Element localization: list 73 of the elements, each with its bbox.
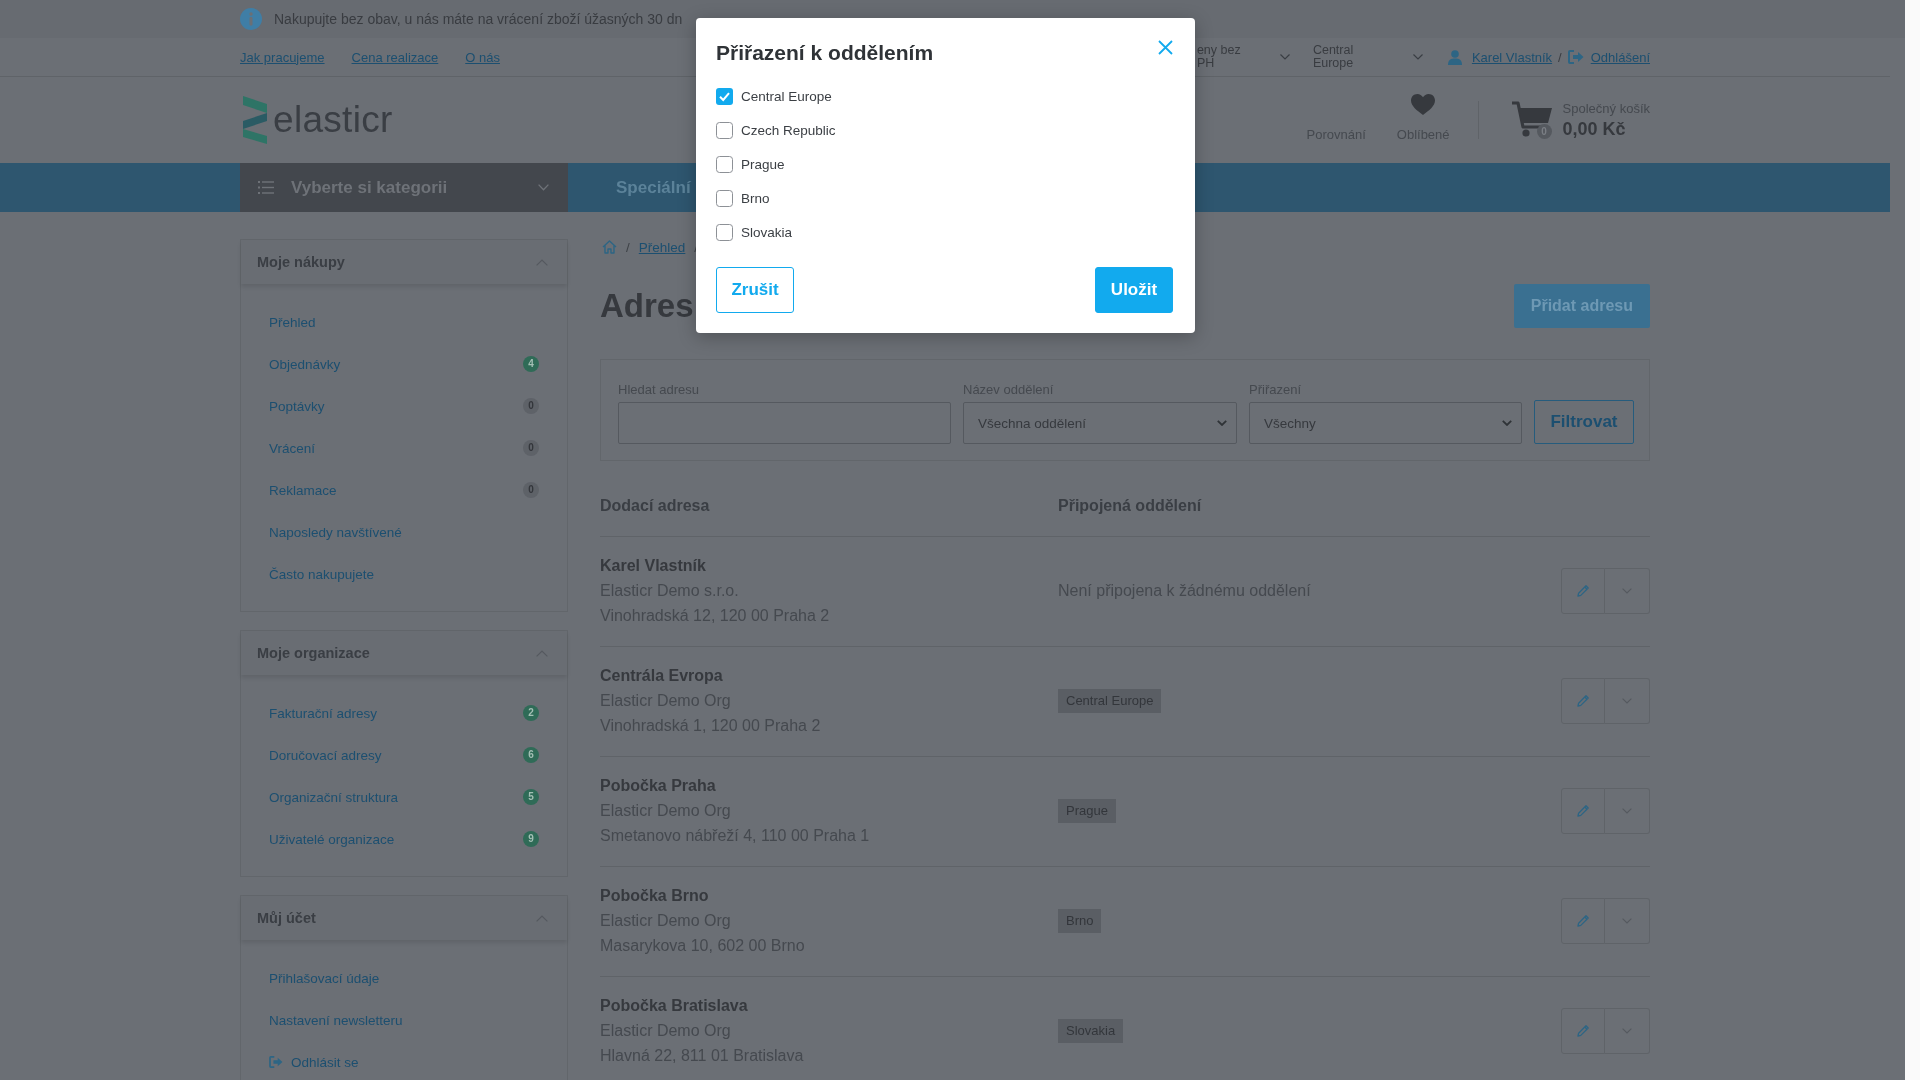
- sidebar-link[interactable]: Přehled: [269, 314, 316, 330]
- sidebar-link[interactable]: Objednávky: [269, 356, 341, 372]
- edit-button[interactable]: [1561, 897, 1605, 944]
- save-button[interactable]: Uložit: [1095, 267, 1173, 313]
- sidebar-link[interactable]: Přihlašovací údaje: [269, 970, 380, 986]
- chevron-down-icon: [1279, 54, 1290, 60]
- sidebar-link[interactable]: Vrácení: [269, 440, 316, 456]
- cancel-button[interactable]: Zrušit: [716, 267, 794, 313]
- edit-button[interactable]: [1561, 1007, 1605, 1054]
- user-icon: [1447, 49, 1462, 65]
- list-icon: [258, 181, 274, 194]
- filter-button[interactable]: Filtrovat: [1534, 400, 1634, 444]
- pencil-icon: [1576, 583, 1590, 598]
- pencil-icon: [1576, 693, 1590, 708]
- heart-icon: [1411, 94, 1436, 115]
- checkbox[interactable]: [716, 223, 733, 241]
- top-link[interactable]: Jak pracujeme: [240, 49, 325, 65]
- logout-icon[interactable]: [1567, 50, 1584, 64]
- pencil-icon: [1576, 803, 1590, 818]
- checkbox-label: Czech Republic: [741, 122, 836, 138]
- logo-icon[interactable]: [243, 96, 267, 144]
- address-name: Pobočka Praha: [600, 776, 717, 796]
- count-badge: 2: [523, 705, 539, 721]
- chevron-down-icon: [1412, 54, 1423, 60]
- cart-icon[interactable]: [1511, 101, 1552, 138]
- edit-button[interactable]: [1561, 677, 1605, 724]
- sidebar-link[interactable]: Nastavení newsletteru: [269, 1012, 403, 1028]
- pencil-icon: [1576, 1023, 1590, 1038]
- address-name: Pobočka Bratislava: [600, 996, 749, 1016]
- logout-link[interactable]: Odhlášení: [1590, 49, 1650, 65]
- user-name-link[interactable]: Karel Vlastník: [1471, 49, 1553, 65]
- checkbox-label: Central Europe: [741, 88, 832, 104]
- sidebar-link[interactable]: Uživatelé organizace: [269, 831, 395, 847]
- chevron-down-icon: [538, 184, 549, 191]
- sidebar-link[interactable]: Často nakupujete: [269, 566, 375, 582]
- sidebar-link[interactable]: Organizační struktura: [269, 789, 399, 805]
- address-name: Karel Vlastník: [600, 556, 707, 576]
- top-link[interactable]: Cena realizace: [351, 49, 439, 65]
- edit-button[interactable]: [1561, 567, 1605, 614]
- separator-text: /: [1558, 49, 1562, 65]
- sidebar-link[interactable]: Odhlásit se: [269, 1054, 359, 1070]
- checkbox[interactable]: [716, 87, 733, 105]
- address-name: Pobočka Brno: [600, 886, 710, 906]
- breadcrumb-separator: /: [626, 239, 630, 255]
- page-title: Adres: [600, 286, 694, 326]
- count-badge: 9: [523, 831, 539, 847]
- sidebar-link[interactable]: Reklamace: [269, 482, 337, 498]
- info-icon: [240, 8, 262, 30]
- sidebar-link[interactable]: Naposledy navštívené: [269, 524, 402, 540]
- count-badge: 4: [523, 356, 539, 372]
- checkbox[interactable]: [716, 121, 733, 139]
- pencil-icon: [1576, 913, 1590, 928]
- select-field[interactable]: Všechny: [1249, 402, 1522, 444]
- sidebar-link[interactable]: Poptávky: [269, 398, 325, 414]
- checkbox-label: Prague: [741, 156, 785, 172]
- dialog-title: Přiřazení k oddělením: [716, 40, 934, 66]
- checkbox-label: Brno: [741, 190, 770, 206]
- home-icon[interactable]: [602, 240, 617, 254]
- logout-icon: [269, 1056, 283, 1068]
- checkbox[interactable]: [716, 155, 733, 173]
- edit-button[interactable]: [1561, 787, 1605, 834]
- sidebar-link[interactable]: Doručovací adresy: [269, 747, 382, 763]
- chevron-down-icon: [1217, 420, 1227, 426]
- checkbox[interactable]: [716, 189, 733, 207]
- count-badge: 5: [523, 789, 539, 805]
- top-link[interactable]: O nás: [465, 49, 500, 65]
- breadcrumb-link[interactable]: Přehled: [638, 239, 686, 255]
- close-icon[interactable]: [1158, 40, 1173, 55]
- sidebar-link[interactable]: Fakturační adresy: [269, 705, 378, 721]
- chevron-down-icon: [1502, 420, 1512, 426]
- scrollbar[interactable]: [1905, 0, 1920, 1080]
- count-badge: 6: [523, 747, 539, 763]
- checkbox-label: Slovakia: [741, 224, 793, 240]
